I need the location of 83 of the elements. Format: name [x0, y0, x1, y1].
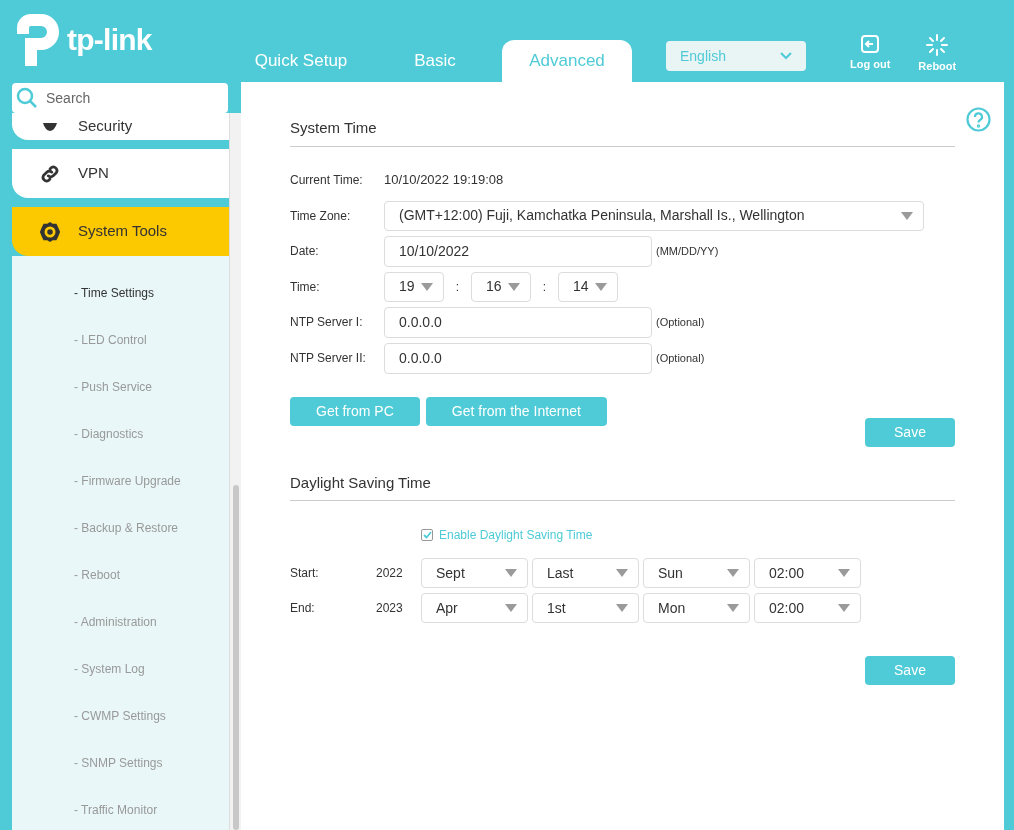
dropdown[interactable]: 19 [384, 271, 444, 302]
dropdown[interactable]: Apr [421, 593, 528, 623]
input-field[interactable]: 0.0.0.0 [384, 342, 652, 374]
caret-icon [508, 282, 520, 291]
save-button[interactable]: Save [865, 656, 955, 685]
field-label: Current Time: [290, 172, 364, 189]
field-label: Date: [290, 243, 320, 260]
submenu-item[interactable]: - Traffic Monitor [12, 786, 229, 830]
submenu-item[interactable]: - CWMP Settings [12, 692, 229, 739]
field-label: NTP Server I: [290, 314, 364, 331]
nav-tab[interactable]: Advanced [502, 40, 632, 82]
year-value: 2022 [376, 565, 404, 582]
scrollbar-thumb[interactable] [232, 485, 239, 830]
dropdown[interactable]: Sept [421, 558, 528, 588]
reboot-button[interactable]: Reboot [918, 34, 957, 75]
input-field[interactable]: 0.0.0.0 [384, 306, 652, 338]
sidebar-item[interactable]: VPN [12, 149, 229, 198]
sidebar-item[interactable]: System Tools [12, 207, 229, 256]
submenu-item[interactable]: - SNMP Settings [12, 739, 229, 786]
dropdown[interactable]: Mon [643, 593, 750, 623]
sidebar-item[interactable]: Security [12, 113, 229, 140]
caret-icon [727, 569, 739, 577]
check-icon [422, 531, 432, 539]
submenu-item[interactable]: - Administration [12, 598, 229, 645]
caret-icon [505, 604, 517, 612]
dropdown[interactable]: 02:00 [754, 558, 861, 588]
checkbox[interactable] [421, 529, 433, 541]
field-hint: (Optional) [656, 314, 705, 330]
field-label: End: [290, 600, 316, 617]
logo-text: tp-link [67, 25, 152, 55]
dropdown[interactable]: Last [532, 558, 639, 588]
save-button[interactable]: Save [865, 417, 955, 447]
field-hint: (Optional) [656, 350, 705, 366]
spinner-icon [926, 34, 949, 56]
dropdown[interactable]: 16 [471, 271, 531, 302]
gear-icon [39, 220, 61, 243]
dropdown[interactable]: 14 [558, 271, 618, 302]
caret-icon [595, 282, 607, 291]
caret-icon [838, 604, 850, 612]
submenu-item[interactable]: - Push Service [12, 363, 229, 410]
field-label: Time Zone: [290, 207, 352, 225]
chevron-icon [780, 52, 792, 60]
submenu-item[interactable]: - Diagnostics [12, 410, 229, 457]
language-select[interactable]: English [666, 41, 806, 71]
section-title: Daylight Saving Time [290, 471, 955, 501]
time-separator: : [541, 278, 548, 296]
section-title: System Time [290, 117, 955, 147]
field-label: Time: [290, 278, 321, 296]
time-separator: : [454, 278, 461, 296]
field-label: Start: [290, 565, 320, 582]
caret-icon [616, 604, 628, 612]
field-label: NTP Server II: [290, 350, 367, 367]
caret-icon [421, 282, 433, 291]
nav-tab[interactable]: Quick Setup [234, 40, 368, 82]
submenu-item[interactable]: - Firmware Upgrade [12, 457, 229, 504]
submenu-item[interactable]: - Time Settings [12, 269, 229, 316]
action-button[interactable]: Get from the Internet [425, 396, 607, 426]
action-button[interactable]: Get from PC [290, 396, 420, 426]
help-icon[interactable] [966, 107, 991, 132]
dropdown[interactable]: 1st [532, 593, 639, 623]
search-field[interactable]: Search [12, 83, 228, 113]
submenu-item[interactable]: - Backup & Restore [12, 504, 229, 551]
dropdown[interactable]: (GMT+12:00) Fuji, Kamchatka Peninsula, Marshall Is., Wellington [384, 200, 924, 231]
submenu-item[interactable]: - System Log [12, 645, 229, 692]
nav-tab[interactable]: Basic [368, 40, 502, 82]
search-icon [16, 87, 38, 109]
caret-icon [616, 569, 628, 577]
caret-icon [838, 569, 850, 577]
checkbox-label: Enable Daylight Saving Time [439, 527, 593, 544]
caret-icon [901, 211, 913, 220]
dropdown[interactable]: 02:00 [754, 593, 861, 623]
submenu-item[interactable]: - Reboot [12, 551, 229, 598]
logout-button[interactable]: Log out [850, 34, 891, 75]
submenu-item[interactable]: - LED Control [12, 316, 229, 363]
logout-icon [860, 34, 881, 54]
current-time-value: 10/10/2022 19:19:08 [384, 171, 504, 190]
caret-icon [505, 569, 517, 577]
caret-icon [727, 604, 739, 612]
year-value: 2023 [376, 600, 404, 617]
shield-icon [43, 122, 57, 131]
dropdown[interactable]: Sun [643, 558, 750, 588]
field-hint: (MM/DD/YY) [656, 243, 719, 259]
input-field[interactable]: 10/10/2022 [384, 235, 652, 267]
